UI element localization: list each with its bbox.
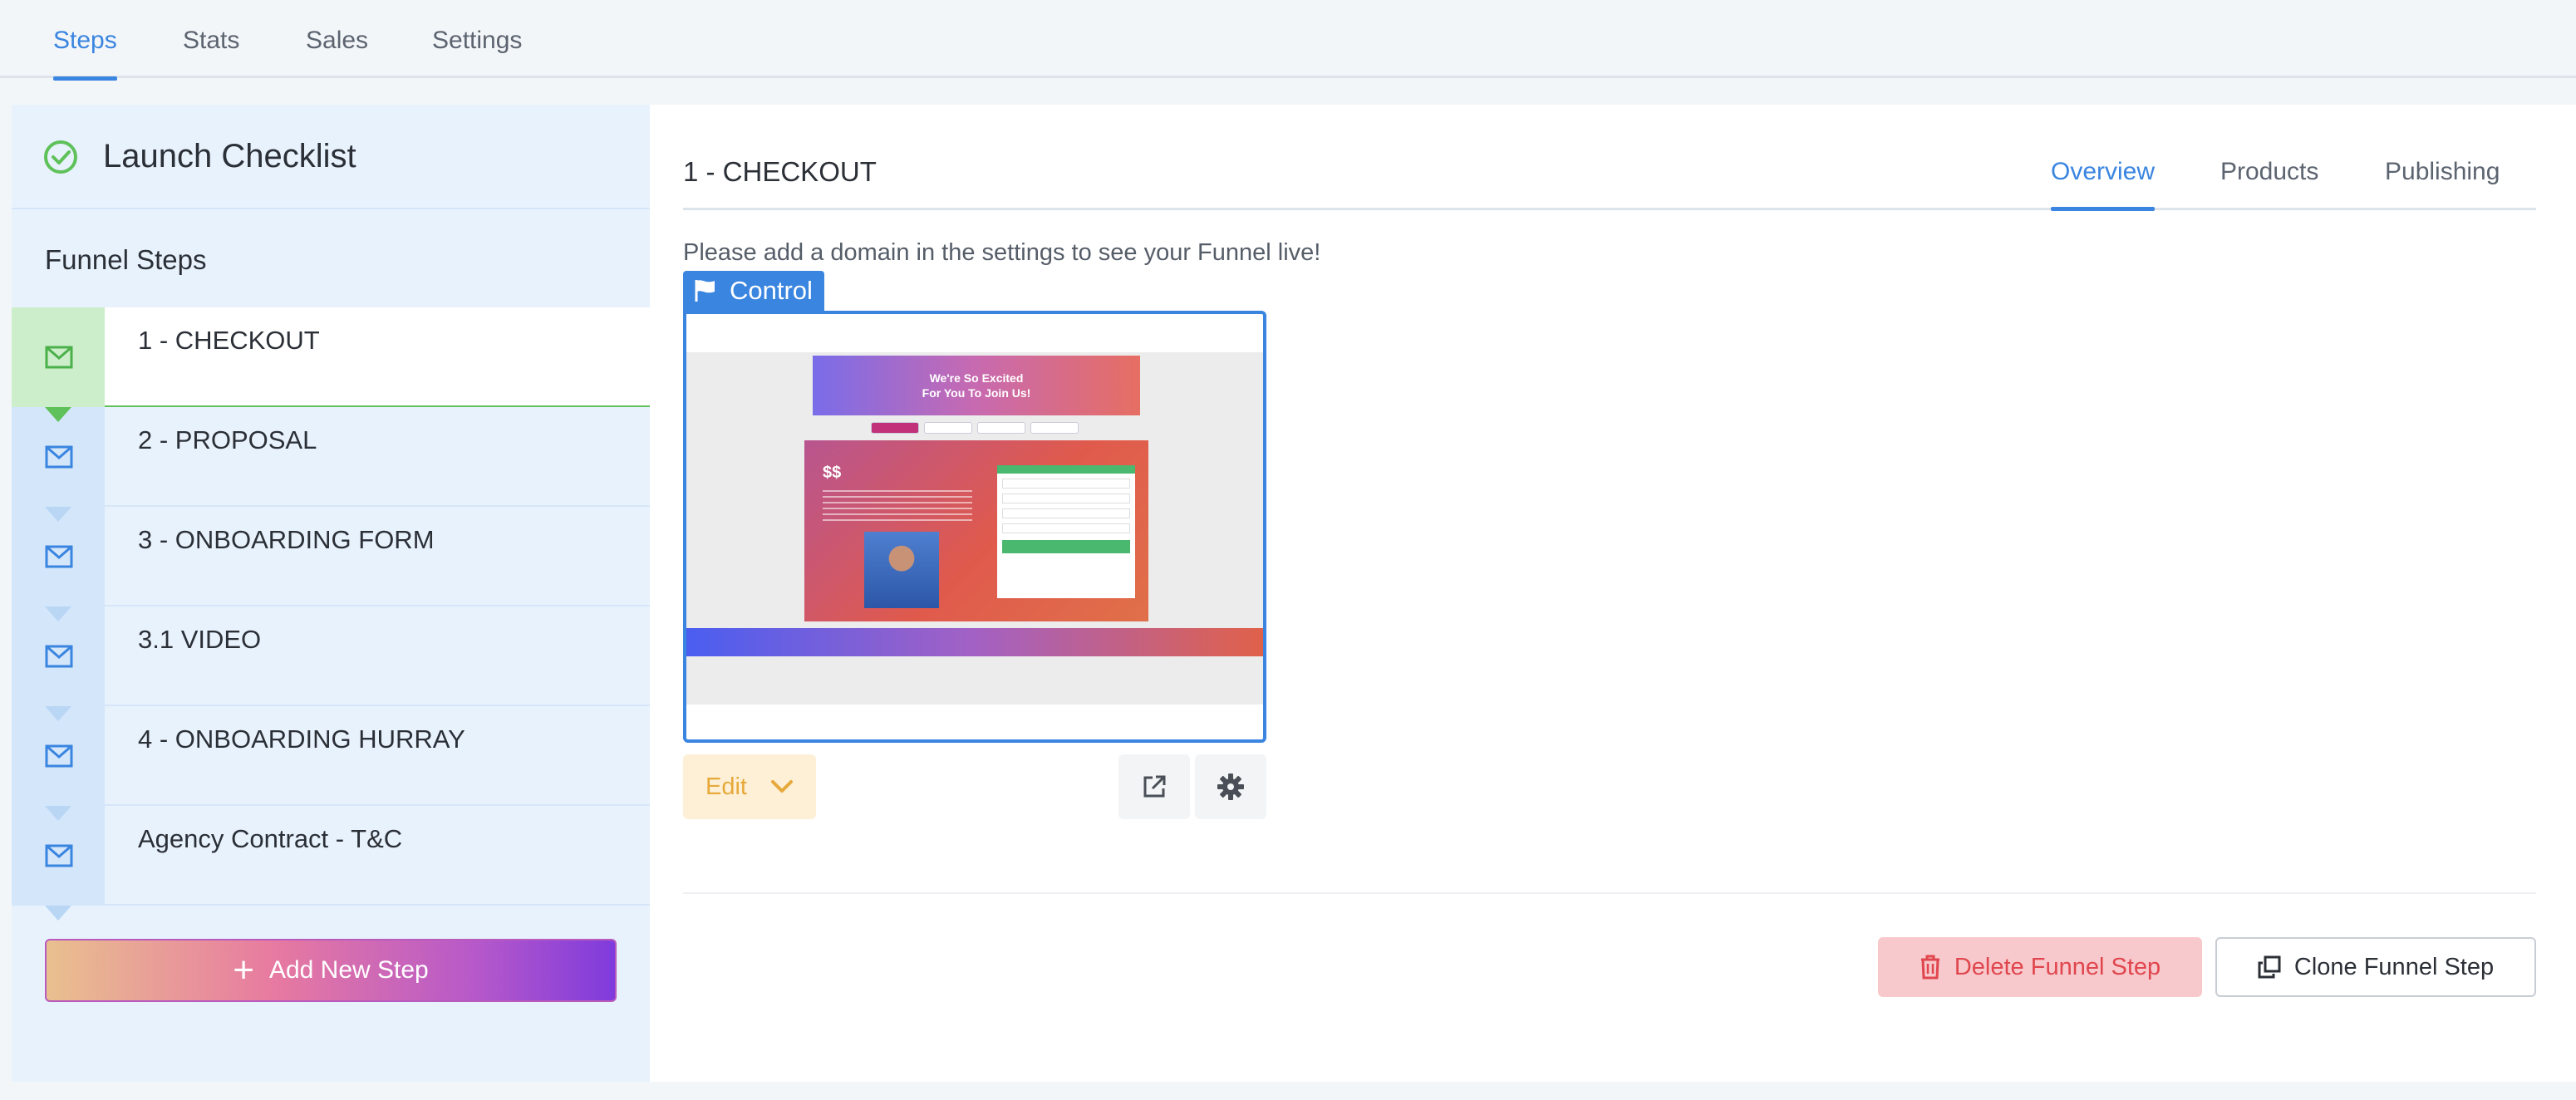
external-link-icon [1143,775,1166,798]
funnel-sidebar: Launch Checklist Funnel Steps 1 - CHECKO… [12,105,650,1082]
preview-footer [686,628,1263,656]
clone-icon [2258,955,2281,979]
page-preview[interactable]: We're So Excited For You To Join Us! $$ [683,311,1266,743]
step-title: 1 - CHECKOUT [683,156,877,187]
chevron-down-icon [770,780,793,793]
step-rail [12,806,105,921]
preview-person-photo [864,532,939,608]
step-label: 3 - ONBOARDING FORM [138,525,435,554]
domain-notice: Please add a domain in the settings to s… [683,239,1321,266]
clone-funnel-step-button[interactable]: Clone Funnel Step [2215,937,2536,997]
envelope-icon [45,744,73,768]
control-label: Control [730,276,813,305]
funnel-step-proposal[interactable]: 2 - PROPOSAL [12,407,650,522]
step-label: 1 - CHECKOUT [138,326,320,355]
funnel-steps-list: 1 - CHECKOUT 2 - PROPOSAL 3 - ONBOARDING… [12,307,650,921]
top-nav: Steps Stats Sales Settings [0,0,2576,81]
step-label: 2 - PROPOSAL [138,425,317,454]
envelope-icon [45,346,73,369]
preview-progress-pills [871,422,1079,434]
page-settings-button[interactable] [1195,754,1266,819]
tab-settings[interactable]: Settings [432,27,522,78]
funnel-step-checkout[interactable]: 1 - CHECKOUT [12,307,650,422]
preview-hero: We're So Excited For You To Join Us! [813,356,1140,415]
checklist-title: Launch Checklist [103,138,356,174]
gear-icon [1217,773,1244,800]
flag-icon [695,280,715,302]
step-rail [12,507,105,621]
step-rail [12,606,105,721]
tab-overview[interactable]: Overview [2051,158,2156,211]
step-label: Agency Contract - T&C [138,824,403,853]
launch-checklist[interactable]: Launch Checklist [12,105,650,209]
envelope-icon [45,445,73,469]
preview-price: $$ [823,464,842,482]
control-variant-tag: Control [683,271,824,311]
preview-hero-line1: We're So Excited [929,371,1024,385]
tab-sales[interactable]: Sales [306,27,368,78]
funnel-step-onboarding-hurray[interactable]: 4 - ONBOARDING HURRAY [12,706,650,821]
trash-icon [1920,955,1939,980]
funnel-steps-heading: Funnel Steps [45,244,207,275]
preview-offer-section: $$ [804,440,1148,621]
add-new-step-button[interactable]: + Add New Step [45,939,617,1002]
tab-products[interactable]: Products [2220,158,2318,209]
tab-stats[interactable]: Stats [183,27,239,78]
section-divider [683,892,2536,894]
envelope-icon [45,844,73,867]
step-detail-panel: 1 - CHECKOUT Overview Products Publishin… [650,105,2576,1082]
tab-steps[interactable]: Steps [53,27,117,81]
preview-text-lines [823,490,972,523]
check-circle-icon [44,140,77,174]
edit-button[interactable]: Edit [683,754,816,819]
step-rail [12,307,105,422]
add-step-label: Add New Step [268,956,429,984]
preview-thumbnail: We're So Excited For You To Join Us! $$ [686,352,1263,705]
envelope-icon [45,545,73,568]
funnel-step-onboarding-form[interactable]: 3 - ONBOARDING FORM [12,507,650,621]
envelope-icon [45,645,73,668]
delete-funnel-step-button[interactable]: Delete Funnel Step [1878,937,2202,997]
tab-publishing[interactable]: Publishing [2385,158,2500,209]
open-preview-button[interactable] [1118,754,1190,819]
funnel-step-agency-contract[interactable]: Agency Contract - T&C [12,806,650,921]
edit-label: Edit [705,773,747,800]
clone-label: Clone Funnel Step [2293,953,2495,980]
step-rail [12,706,105,821]
step-label: 4 - ONBOARDING HURRAY [138,724,465,754]
delete-label: Delete Funnel Step [1954,953,2161,980]
preview-hero-line2: For You To Join Us! [922,386,1031,400]
plus-icon: + [233,950,254,990]
step-rail [12,407,105,522]
step-label: 3.1 VIDEO [138,625,262,654]
preview-checkout-form [997,465,1135,598]
funnel-step-video[interactable]: 3.1 VIDEO [12,606,650,721]
